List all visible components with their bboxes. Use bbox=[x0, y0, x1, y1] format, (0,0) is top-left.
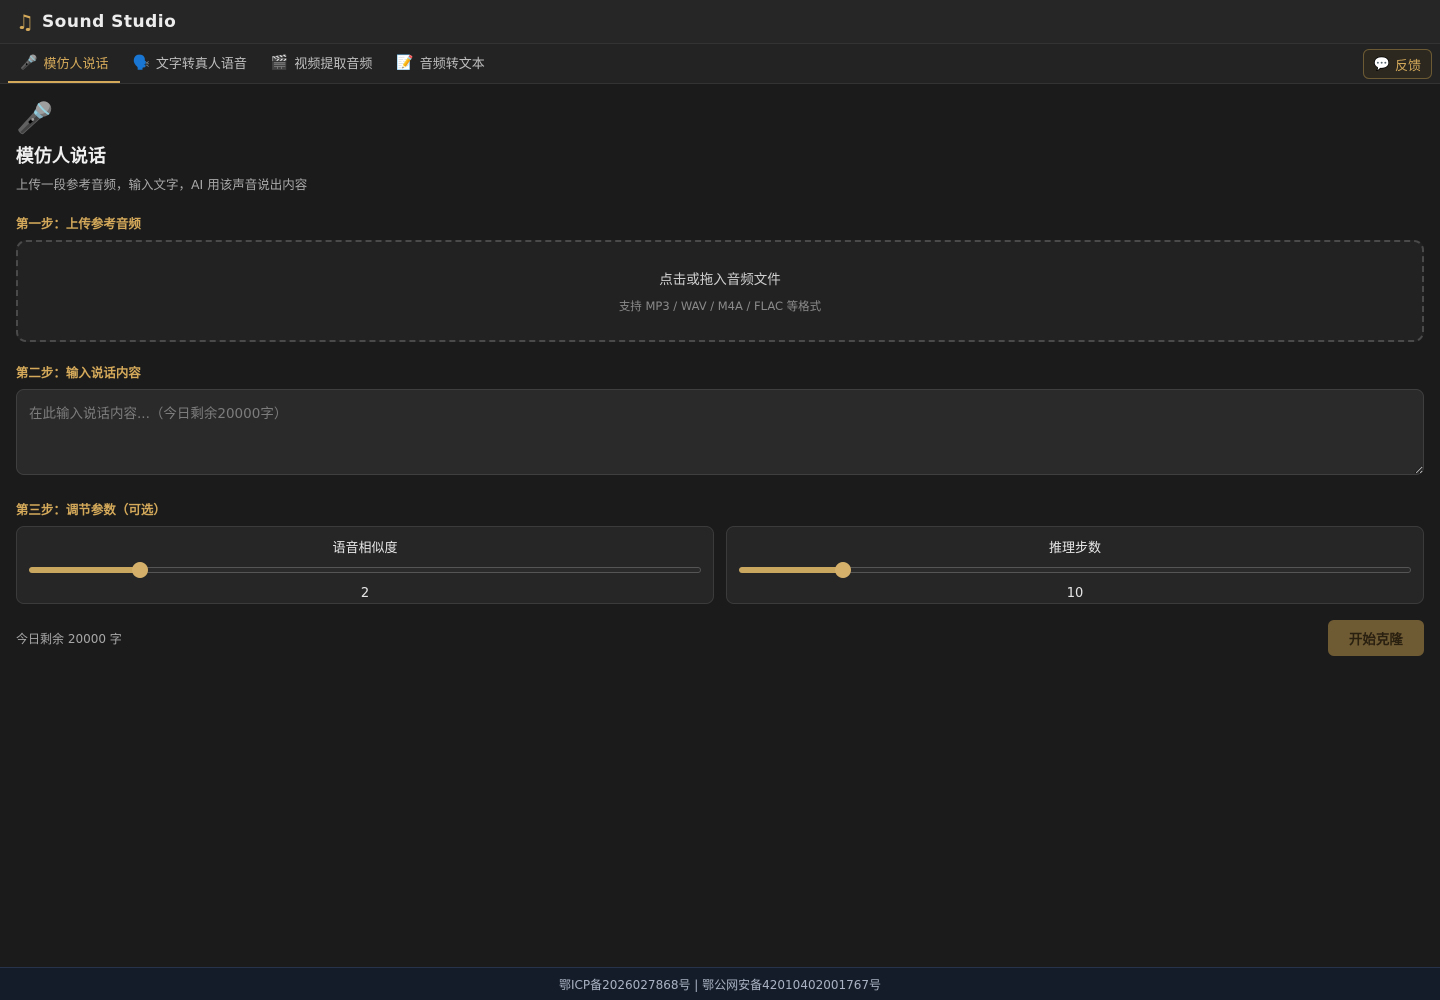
audio-upload-dropzone[interactable]: 点击或拖入音频文件 支持 MP3 / WAV / M4A / FLAC 等格式 bbox=[16, 240, 1424, 342]
tab-label: 文字转真人语音 bbox=[155, 57, 247, 72]
slider-thumb[interactable] bbox=[835, 562, 852, 578]
feedback-button[interactable]: 💬 反馈 bbox=[1362, 49, 1432, 79]
page-subtitle: 上传一段参考音频，输入文字，AI 用该声音说出内容 bbox=[16, 177, 308, 192]
speech-content-input[interactable] bbox=[16, 389, 1424, 475]
similarity-param-card: 语音相似度 2 bbox=[16, 526, 714, 604]
inference-steps-param-card: 推理步数 10 bbox=[726, 526, 1424, 604]
app-title: Sound Studio bbox=[41, 11, 177, 32]
tab-text-to-speech[interactable]: 🗣️ 文字转真人语音 bbox=[120, 44, 258, 83]
top-bar: ♫ Sound Studio bbox=[0, 0, 1440, 44]
slider-fill bbox=[29, 567, 140, 573]
step2-label: 第二步：输入说话内容 bbox=[16, 365, 142, 380]
tab-video-extract-audio[interactable]: 🎬 视频提取音频 bbox=[259, 44, 384, 83]
clapperboard-icon: 🎬 bbox=[270, 54, 289, 71]
feedback-label: 反馈 bbox=[1394, 58, 1421, 74]
speaking-head-icon: 🗣️ bbox=[132, 54, 150, 71]
microphone-icon: 🎤 bbox=[16, 101, 54, 136]
tab-bar: 🎤 模仿人说话 🗣️ 文字转真人语音 🎬 视频提取音频 📝 音频转文本 💬 反馈 bbox=[0, 44, 1440, 84]
action-row: 今日剩余 20000 字 开始克隆 bbox=[16, 620, 1424, 656]
step3-label: 第三步：调节参数（可选） bbox=[16, 502, 167, 517]
slider-thumb[interactable] bbox=[131, 562, 148, 578]
similarity-slider[interactable] bbox=[29, 562, 701, 578]
footer-icp: 鄂ICP备2026027868号 | 鄂公网安备42010402001767号 bbox=[0, 967, 1440, 1000]
param-title: 语音相似度 bbox=[332, 541, 398, 556]
start-clone-button[interactable]: 开始克隆 bbox=[1328, 620, 1424, 656]
params-row: 语音相似度 2 推理步数 10 bbox=[16, 526, 1424, 604]
tab-label: 音频转文本 bbox=[419, 57, 485, 72]
inference-steps-slider[interactable] bbox=[739, 562, 1411, 578]
param-title: 推理步数 bbox=[1048, 541, 1101, 556]
tab-label: 模仿人说话 bbox=[43, 57, 109, 72]
microphone-icon: 🎤 bbox=[20, 54, 38, 71]
speech-bubble-icon: 💬 bbox=[1373, 56, 1390, 72]
step1-label: 第一步：上传参考音频 bbox=[16, 216, 142, 231]
page-title: 模仿人说话 bbox=[16, 146, 106, 167]
tab-audio-to-text[interactable]: 📝 音频转文本 bbox=[384, 44, 496, 83]
dropzone-main-text: 点击或拖入音频文件 bbox=[659, 272, 781, 288]
memo-icon: 📝 bbox=[396, 54, 414, 71]
daily-quota-text: 今日剩余 20000 字 bbox=[16, 631, 122, 646]
tab-voice-clone[interactable]: 🎤 模仿人说话 bbox=[8, 44, 121, 83]
main-content: 🎤 模仿人说话 上传一段参考音频，输入文字，AI 用该声音说出内容 第一步：上传… bbox=[0, 84, 1440, 656]
param-value: 10 bbox=[1066, 586, 1084, 601]
param-value: 2 bbox=[360, 586, 370, 601]
dropzone-formats-text: 支持 MP3 / WAV / M4A / FLAC 等格式 bbox=[618, 299, 822, 313]
tab-label: 视频提取音频 bbox=[294, 57, 373, 72]
music-note-icon: ♫ bbox=[16, 9, 34, 34]
slider-fill bbox=[739, 567, 844, 573]
